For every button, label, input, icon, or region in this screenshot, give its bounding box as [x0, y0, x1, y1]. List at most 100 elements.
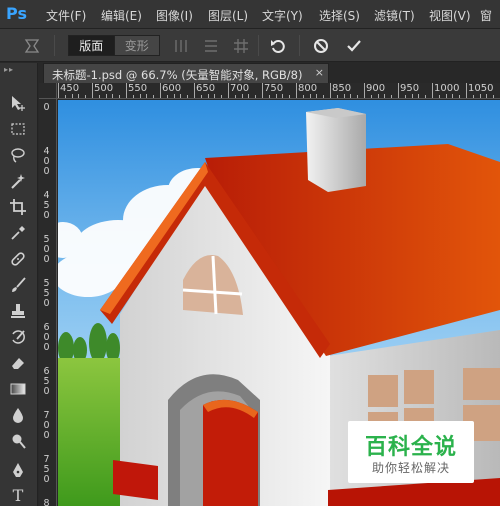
document-title: 未标题-1.psd @ 66.7% (矢量智能对象, RGB/8) [52, 68, 303, 82]
horizontal-ruler[interactable]: 450 500 550 600 650 700 750 800 850 900 950 1000 105… [57, 83, 500, 99]
ruler-minor-tick [207, 94, 209, 98]
ruler-tick-label: 1050 [468, 83, 494, 94]
ruler-tick-label: 500 [94, 83, 114, 94]
ruler-minor-tick [336, 95, 338, 98]
menu-view[interactable]: 视图(V) [429, 7, 471, 24]
ruler-tick-label: 1000 [434, 83, 460, 94]
eraser-tool-icon[interactable] [7, 352, 29, 374]
ruler-tick-label: 450 [43, 190, 50, 221]
menu-type[interactable]: 文字(Y) [262, 7, 303, 24]
ruler-minor-tick [153, 95, 155, 98]
ruler-minor-tick [445, 94, 447, 98]
divider [54, 35, 55, 56]
type-tool-icon[interactable]: T [7, 484, 29, 506]
warp-mode-toggle[interactable]: 版面 变形 [68, 35, 160, 56]
ruler-minor-tick [187, 95, 189, 98]
cancel-icon[interactable] [311, 36, 331, 56]
ruler-minor-tick [64, 95, 66, 98]
menu-file[interactable]: 文件(F) [46, 7, 86, 24]
ruler-minor-tick [248, 94, 250, 98]
ruler-minor-tick [221, 95, 223, 98]
distribute-icon[interactable] [171, 36, 191, 56]
ruler-minor-tick [391, 95, 393, 98]
dodge-tool-icon[interactable] [7, 430, 29, 452]
undo-icon[interactable] [268, 36, 288, 56]
brush-tool-icon[interactable] [7, 274, 29, 296]
ruler-tick-label: 550 [43, 278, 50, 309]
ruler-tick-label: 700 [43, 410, 50, 441]
ruler-minor-tick [316, 94, 318, 98]
tools-panel: ▸▸ T [0, 63, 38, 506]
mode-warp-button[interactable]: 变形 [113, 36, 159, 55]
magic-wand-icon[interactable] [7, 170, 29, 192]
ruler-minor-tick [323, 95, 325, 98]
grid-icon[interactable] [231, 36, 251, 56]
ruler-minor-tick [173, 94, 175, 98]
vertical-ruler[interactable]: 0 400 450 500 550 600 650 700 750 800 [39, 99, 57, 506]
ruler-minor-tick [357, 95, 359, 98]
ruler-minor-tick [438, 95, 440, 98]
ruler-minor-tick [384, 94, 386, 98]
eyedropper-icon[interactable] [7, 222, 29, 244]
ruler-minor-tick [370, 95, 372, 98]
ruler-minor-tick [411, 94, 413, 98]
document-tab[interactable]: 未标题-1.psd @ 66.7% (矢量智能对象, RGB/8) × [43, 63, 329, 83]
ruler-minor-tick [200, 95, 202, 98]
menu-window[interactable]: 窗 [480, 7, 492, 24]
ruler-minor-tick [85, 95, 87, 98]
pen-tool-icon[interactable] [7, 459, 29, 481]
ruler-tick-label: 750 [43, 454, 50, 485]
ruler-tick-label: 600 [43, 322, 50, 353]
ruler-minor-tick [166, 95, 168, 98]
ruler-tick-label: 800 [298, 83, 318, 94]
ruler-minor-tick [98, 95, 100, 98]
crop-tool-icon[interactable] [7, 196, 29, 218]
ruler-minor-tick [425, 95, 427, 98]
ruler-tick [92, 83, 93, 98]
ruler-minor-tick [105, 94, 107, 98]
ruler-minor-tick [214, 94, 216, 98]
ruler-origin[interactable] [39, 83, 57, 99]
ruler-minor-tick [289, 95, 291, 98]
gradient-tool-icon[interactable] [7, 378, 29, 400]
align-icon[interactable] [201, 36, 221, 56]
ruler-minor-tick [302, 95, 304, 98]
menu-select[interactable]: 选择(S) [319, 7, 360, 24]
ruler-tick-label: 450 [60, 83, 80, 94]
options-bar: 版面 变形 [0, 29, 500, 62]
ruler-minor-tick [71, 94, 73, 98]
close-tab-icon[interactable]: × [315, 66, 324, 79]
lasso-tool-icon[interactable] [7, 144, 29, 166]
stamp-tool-icon[interactable] [7, 300, 29, 322]
ruler-tick [398, 83, 399, 98]
history-brush-icon[interactable] [7, 326, 29, 348]
ruler-minor-tick [472, 95, 474, 98]
ruler-tick-label: 700 [230, 83, 250, 94]
marquee-tool-icon[interactable] [7, 118, 29, 140]
blur-tool-icon[interactable] [7, 404, 29, 426]
menu-layer[interactable]: 图层(L) [208, 7, 248, 24]
ruler-minor-tick [112, 94, 114, 98]
ruler-tick [262, 83, 263, 98]
ruler-tick [194, 83, 195, 98]
ruler-tick-label: 650 [196, 83, 216, 94]
ruler-minor-tick [479, 94, 481, 98]
ruler-tick [228, 83, 229, 98]
menu-filter[interactable]: 滤镜(T) [374, 7, 415, 24]
panel-collapse-grip[interactable]: ▸▸ [4, 65, 14, 74]
watermark-title: 百科全说 [364, 435, 457, 460]
mode-layout-button[interactable]: 版面 [69, 36, 114, 55]
menu-image[interactable]: 图像(I) [156, 7, 193, 24]
move-tool-icon[interactable] [7, 92, 29, 114]
healing-brush-icon[interactable] [7, 248, 29, 270]
photoshop-logo: Ps [6, 4, 27, 23]
ruler-minor-tick [309, 94, 311, 98]
menu-edit[interactable]: 编辑(E) [101, 7, 142, 24]
ruler-tick [160, 83, 161, 98]
commit-icon[interactable] [344, 36, 364, 56]
transform-icon[interactable] [22, 36, 42, 56]
ruler-tick-label: 550 [128, 83, 148, 94]
ruler-tick-label: 400 [43, 146, 50, 177]
ruler-tick [432, 83, 433, 98]
ruler-tick-label: 850 [332, 83, 352, 94]
